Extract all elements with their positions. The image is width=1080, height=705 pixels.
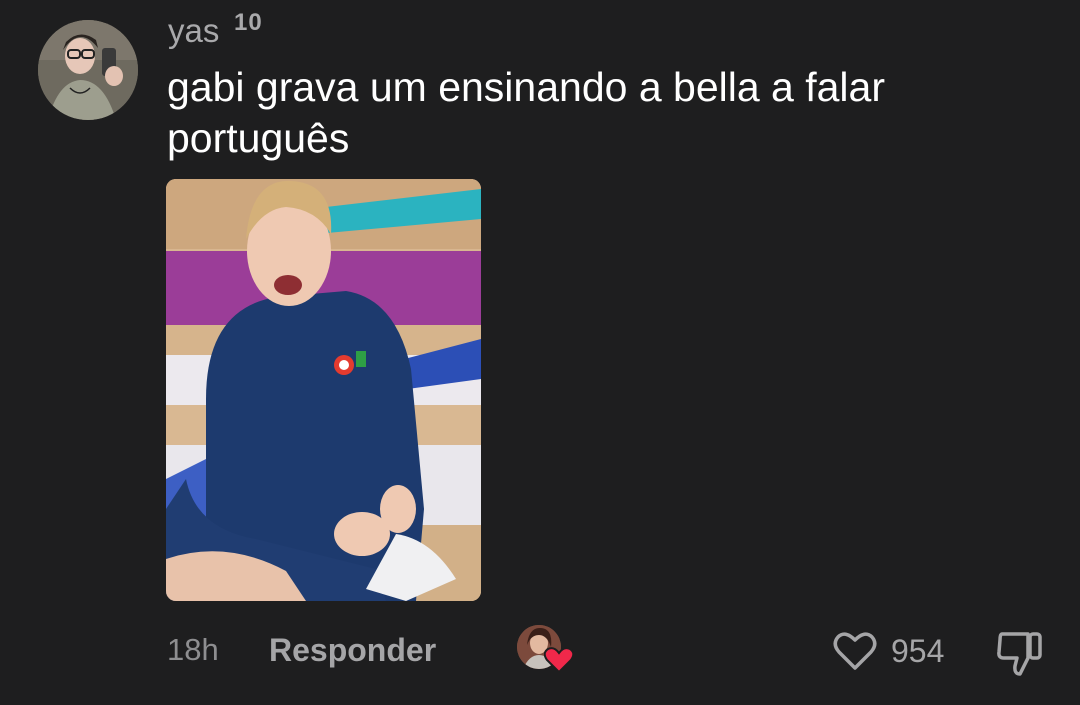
thumbs-down-icon[interactable] bbox=[994, 628, 1046, 678]
reply-button[interactable]: Responder bbox=[269, 632, 436, 669]
attached-photo[interactable] bbox=[166, 179, 481, 601]
creator-liked-indicator bbox=[517, 625, 574, 673]
comment-text: gabi grava um ensinando a bella a falar … bbox=[167, 64, 885, 161]
heart-outline-icon[interactable] bbox=[832, 628, 878, 674]
like-count: 954 bbox=[891, 633, 945, 669]
username-badge: 10 bbox=[234, 9, 263, 36]
user-avatar[interactable] bbox=[38, 20, 138, 120]
heart-icon bbox=[544, 647, 574, 673]
photo-image bbox=[166, 179, 481, 601]
comment-timestamp: 18h bbox=[167, 632, 219, 667]
comment-username[interactable]: yas bbox=[168, 12, 219, 50]
avatar-image bbox=[38, 20, 138, 120]
